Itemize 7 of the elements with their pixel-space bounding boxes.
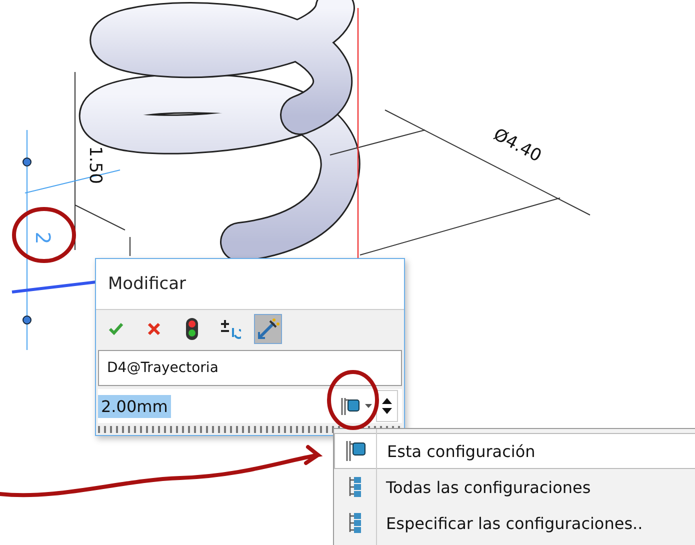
menu-item[interactable]: Especificar las configuraciones..: [334, 505, 695, 541]
dimension-label[interactable]: 1.50: [85, 146, 105, 184]
value-field[interactable]: 2.00mm: [98, 394, 171, 418]
menu-item[interactable]: Todas las configuraciones: [334, 469, 695, 505]
dialog-title: Modificar: [96, 259, 404, 310]
menu-item[interactable]: Esta configuración: [334, 433, 695, 469]
dimension-name-field[interactable]: D4@Trayectoria: [98, 350, 402, 386]
